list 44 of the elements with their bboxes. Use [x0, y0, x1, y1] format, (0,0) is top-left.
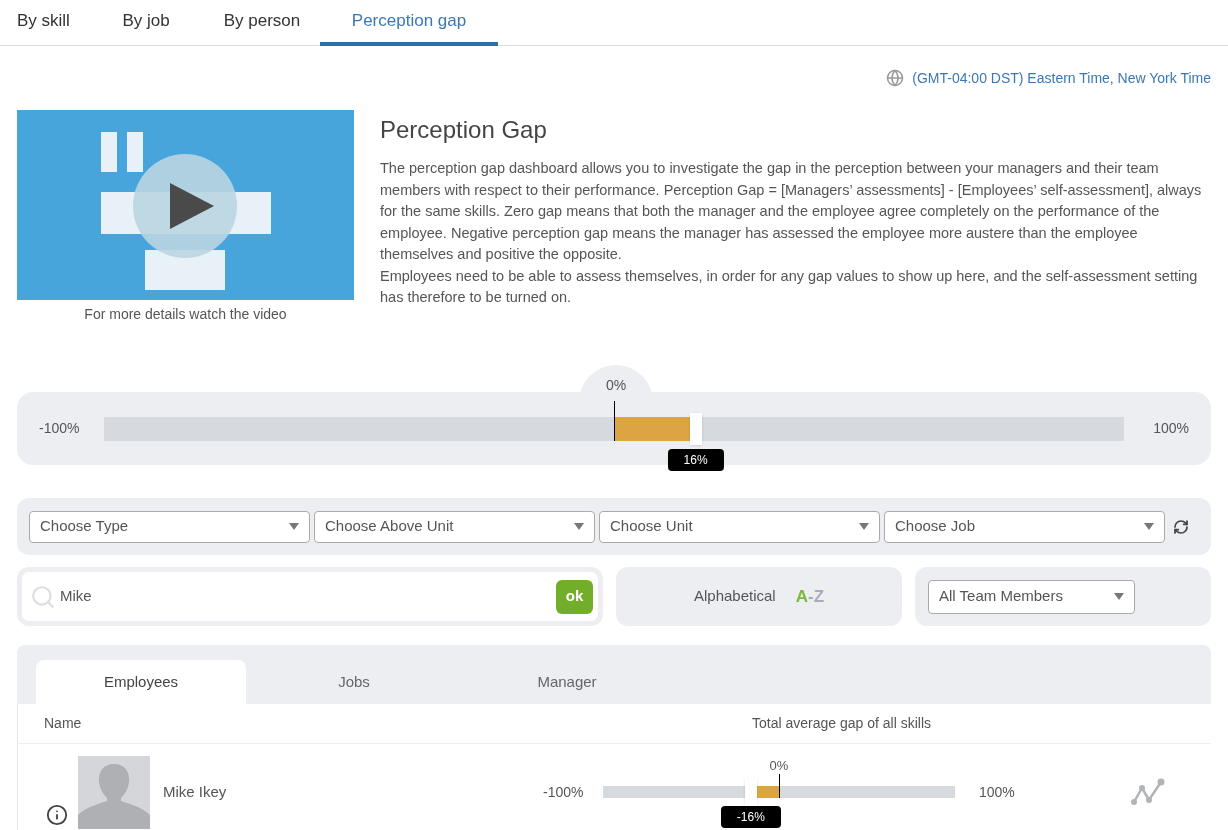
center-label: 0%: [769, 757, 789, 775]
zero-line: [779, 774, 780, 798]
caret-icon: [289, 523, 299, 530]
column-header: Name: [43, 714, 83, 733]
gap-value-tooltip: -16%: [720, 806, 781, 828]
filter-dropdown[interactable]: Choose Type: [29, 510, 310, 543]
sort-label: Alphabetical: [693, 586, 776, 607]
sort-az-icon: A-Z: [795, 583, 825, 610]
caret-icon: [1144, 523, 1154, 530]
info-icon[interactable]: [46, 804, 68, 826]
max-label: 100%: [979, 782, 1016, 802]
play-icon[interactable]: [170, 183, 214, 229]
zero-line: [614, 400, 615, 441]
list-tab[interactable]: Manager: [462, 660, 672, 704]
timezone-link[interactable]: (GMT-04:00 DST) Eastern Time, New York Time: [912, 67, 1211, 89]
sort-button[interactable]: Alphabetical A-Z: [616, 567, 902, 626]
nav-tab[interactable]: By person: [204, 0, 320, 46]
column-header: Total average gap of all skills: [751, 714, 932, 733]
gap-value-tooltip: 16%: [667, 448, 724, 471]
list-tab[interactable]: Jobs: [249, 660, 459, 704]
caret-icon: [859, 523, 869, 530]
search-icon: [30, 583, 56, 610]
search-field[interactable]: Mike ok: [17, 567, 603, 626]
filter-dropdown[interactable]: Choose Above Unit: [314, 510, 595, 543]
min-label: -100%: [39, 419, 81, 438]
refresh-icon[interactable]: [1173, 518, 1189, 535]
filter-dropdown[interactable]: Choose Unit: [599, 510, 880, 543]
min-label: -100%: [543, 782, 585, 802]
nav-tab[interactable]: Perception gap: [320, 0, 498, 46]
description-paragraph: Employees need to be able to assess themselves, in order for any gap values to show up here, and the self-assessment setting has therefore to be turned on.: [380, 266, 1199, 307]
description-paragraph: The perception gap dashboard allows you to investigate the gap in the perception between your managers and their team members with respect to their performance. Perception Gap = [Managers’ assessments] - [Employees’ self-assessment], always for the same skills. Zero gap means that both the manager and the employee agree completely on the performance of the employee. Negative perception gap means the manager has assessed the employee more austere than the employee themselves and positive the opposite.: [380, 159, 1203, 264]
nav-tab[interactable]: By skill: [0, 0, 88, 46]
filter-dropdown[interactable]: Choose Job: [884, 510, 1165, 543]
caret-icon: [574, 523, 584, 530]
page-title: Perception Gap: [380, 115, 548, 145]
employee-name: Mike Ikey: [163, 781, 228, 802]
nav-tab[interactable]: By job: [88, 0, 204, 46]
max-label: 100%: [1152, 419, 1189, 438]
globe-icon: [886, 69, 905, 87]
slider-handle[interactable]: [744, 778, 757, 806]
caret-icon: [1114, 593, 1124, 600]
members-dropdown[interactable]: All Team Members: [928, 579, 1135, 614]
video-caption: For more details watch the video: [84, 305, 287, 324]
list-tab[interactable]: Employees: [36, 660, 246, 704]
